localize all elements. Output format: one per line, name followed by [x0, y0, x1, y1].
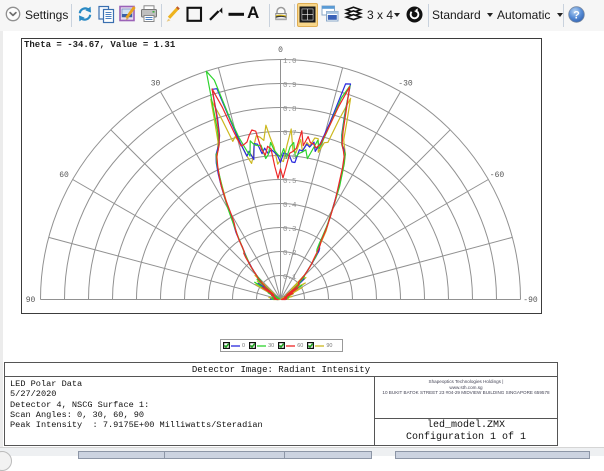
svg-text:90: 90	[26, 296, 36, 305]
svg-text:1.0: 1.0	[283, 58, 297, 66]
svg-text:0: 0	[278, 46, 283, 55]
svg-text:0.5: 0.5	[283, 178, 297, 186]
svg-text:?: ?	[573, 9, 580, 21]
svg-text:0.6: 0.6	[283, 154, 297, 162]
svg-text:0.8: 0.8	[283, 106, 297, 114]
svg-text:30: 30	[151, 80, 161, 89]
svg-text:0.3: 0.3	[283, 226, 297, 234]
svg-text:0.9: 0.9	[283, 82, 297, 90]
svg-text:0.2: 0.2	[283, 250, 297, 258]
svg-text:0.1: 0.1	[283, 274, 297, 282]
svg-text:0.7: 0.7	[283, 130, 297, 138]
svg-text:-60: -60	[490, 171, 505, 180]
svg-text:60: 60	[59, 171, 69, 180]
svg-text:-30: -30	[398, 80, 413, 89]
svg-text:0.4: 0.4	[283, 202, 297, 210]
svg-text:-90: -90	[523, 296, 538, 305]
